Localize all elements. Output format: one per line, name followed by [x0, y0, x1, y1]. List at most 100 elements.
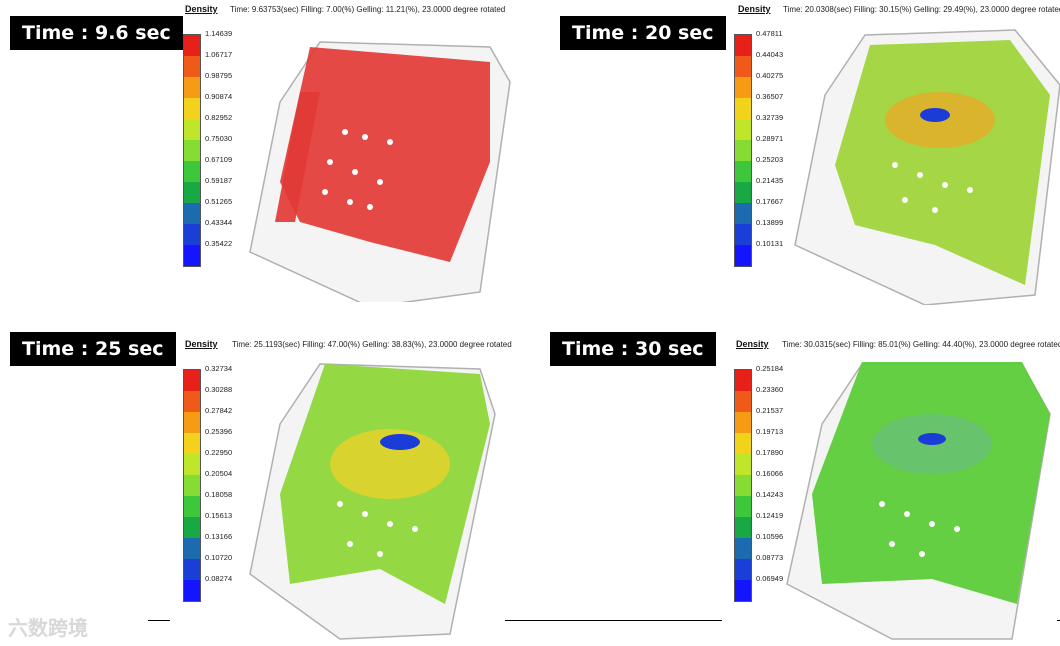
simulation-info: Time: 30.0315(sec) Filling: 85.01(%) Gel… [782, 340, 1060, 349]
color-scale-segment [735, 224, 751, 245]
scale-tick-label: 0.25184 [756, 364, 784, 373]
color-scale-segment [184, 35, 200, 56]
color-scale-segment [184, 454, 200, 475]
color-scale-segment [184, 56, 200, 77]
scale-tick-label: 0.40275 [756, 71, 784, 80]
color-scale-segment [735, 496, 751, 517]
low-density-spot [380, 434, 420, 450]
scale-tick-label: 0.10131 [756, 239, 784, 248]
color-scale-segment [184, 140, 200, 161]
scale-tick-label: 0.28971 [756, 134, 784, 143]
scale-tick-label: 0.21435 [756, 176, 784, 185]
scale-tick-label: 0.10596 [756, 532, 784, 541]
color-scale-bar [734, 369, 752, 602]
scale-tick-label: 0.06949 [756, 574, 784, 583]
color-scale-segment [735, 182, 751, 203]
color-scale-segment [735, 559, 751, 580]
scale-tick-label: 0.19713 [756, 427, 784, 436]
time-label: Time : 20 sec [560, 16, 726, 50]
color-scale-segment [184, 580, 200, 601]
watermark: 六数跨境 [8, 618, 88, 640]
scale-tick-label: 0.17890 [756, 448, 784, 457]
color-scale-segment [184, 77, 200, 98]
color-scale-segment [735, 56, 751, 77]
mold-part-render [786, 362, 1051, 640]
mold-part-render [794, 29, 1060, 305]
color-scale-bar [183, 34, 201, 267]
color-scale-segment [184, 496, 200, 517]
color-scale-segment [184, 391, 200, 412]
scale-tick-label: 0.32739 [756, 113, 784, 122]
color-scale-segment [184, 203, 200, 224]
color-scale-bar [183, 369, 201, 602]
time-label: Time : 25 sec [10, 332, 176, 366]
scale-tick-label: 0.12419 [756, 511, 784, 520]
color-scale-segment [184, 182, 200, 203]
color-scale-segment [735, 98, 751, 119]
scale-tick-label: 0.20504 [205, 469, 233, 478]
scale-tick-label: 0.21537 [756, 406, 784, 415]
color-scale-segment [735, 370, 751, 391]
color-scale-segment [184, 475, 200, 496]
color-scale-segment [735, 203, 751, 224]
color-scale-segment [735, 35, 751, 56]
color-scale-segment [184, 517, 200, 538]
low-density-spot [920, 108, 950, 122]
color-scale-segment [184, 370, 200, 391]
legend-title: Density [185, 339, 218, 349]
color-scale-segment [735, 77, 751, 98]
scale-tick-label: 0.22950 [205, 448, 233, 457]
scale-tick-label: 0.14243 [756, 490, 784, 499]
time-label: Time : 9.6 sec [10, 16, 183, 50]
color-scale-segment [735, 119, 751, 140]
scale-tick-label: 0.17667 [756, 197, 784, 206]
color-scale-segment [735, 140, 751, 161]
scale-tick-label: 0.44043 [756, 50, 784, 59]
scale-tick-label: 0.16066 [756, 469, 784, 478]
panel-30-sec: Time : 30 sec Density Time: 30.0315(sec)… [530, 324, 1060, 644]
scale-tick-label: 0.25396 [205, 427, 233, 436]
legend-title: Density [185, 4, 218, 14]
color-scale-segment [184, 538, 200, 559]
time-label: Time : 30 sec [550, 332, 716, 366]
simulation-info: Time: 25.1193(sec) Filling: 47.00(%) Gel… [232, 340, 512, 349]
color-scale-segment [184, 161, 200, 182]
color-scale-segment [184, 98, 200, 119]
scale-tick-label: 0.47811 [756, 29, 783, 38]
color-scale-segment [735, 412, 751, 433]
color-scale-segment [735, 391, 751, 412]
panel-20-sec: Time : 20 sec Density Time: 20.0308(sec)… [530, 0, 1060, 320]
scale-tick-label: 0.15613 [205, 511, 233, 520]
color-scale-segment [735, 245, 751, 266]
legend-title: Density [736, 339, 769, 349]
color-scale-segment [735, 475, 751, 496]
scale-tick-label: 0.08773 [756, 553, 784, 562]
color-scale-segment [735, 454, 751, 475]
color-scale-segment [184, 224, 200, 245]
color-scale-segment [735, 580, 751, 601]
color-scale-segment [735, 517, 751, 538]
scale-tick-label: 0.25203 [756, 155, 784, 164]
scale-tick-label: 0.27842 [205, 406, 233, 415]
color-scale-segment [735, 433, 751, 454]
scale-tick-label: 0.36507 [756, 92, 784, 101]
divider-line-left [148, 620, 170, 621]
mold-part-render [249, 363, 496, 640]
scale-tick-label: 0.13166 [205, 532, 233, 541]
scale-tick-label: 0.32734 [205, 364, 233, 373]
color-scale-segment [184, 412, 200, 433]
simulation-info: Time: 9.63753(sec) Filling: 7.00(%) Gell… [230, 5, 506, 14]
color-scale-segment [184, 433, 200, 454]
color-scale-segment [184, 559, 200, 580]
legend-title: Density [738, 4, 771, 14]
divider-line-center [505, 620, 722, 621]
color-scale-segment [735, 161, 751, 182]
scale-tick-label: 0.18058 [205, 490, 233, 499]
scale-tick-label: 0.30288 [205, 385, 233, 394]
panel-9-6-sec: Time : 9.6 sec Density Time: 9.63753(sec… [0, 0, 530, 320]
color-scale-segment [184, 245, 200, 266]
mold-part-render [249, 41, 511, 302]
color-scale-segment [184, 119, 200, 140]
simulation-info: Time: 20.0308(sec) Filling: 30.15(%) Gel… [783, 5, 1060, 14]
scale-tick-label: 0.08274 [205, 574, 233, 583]
